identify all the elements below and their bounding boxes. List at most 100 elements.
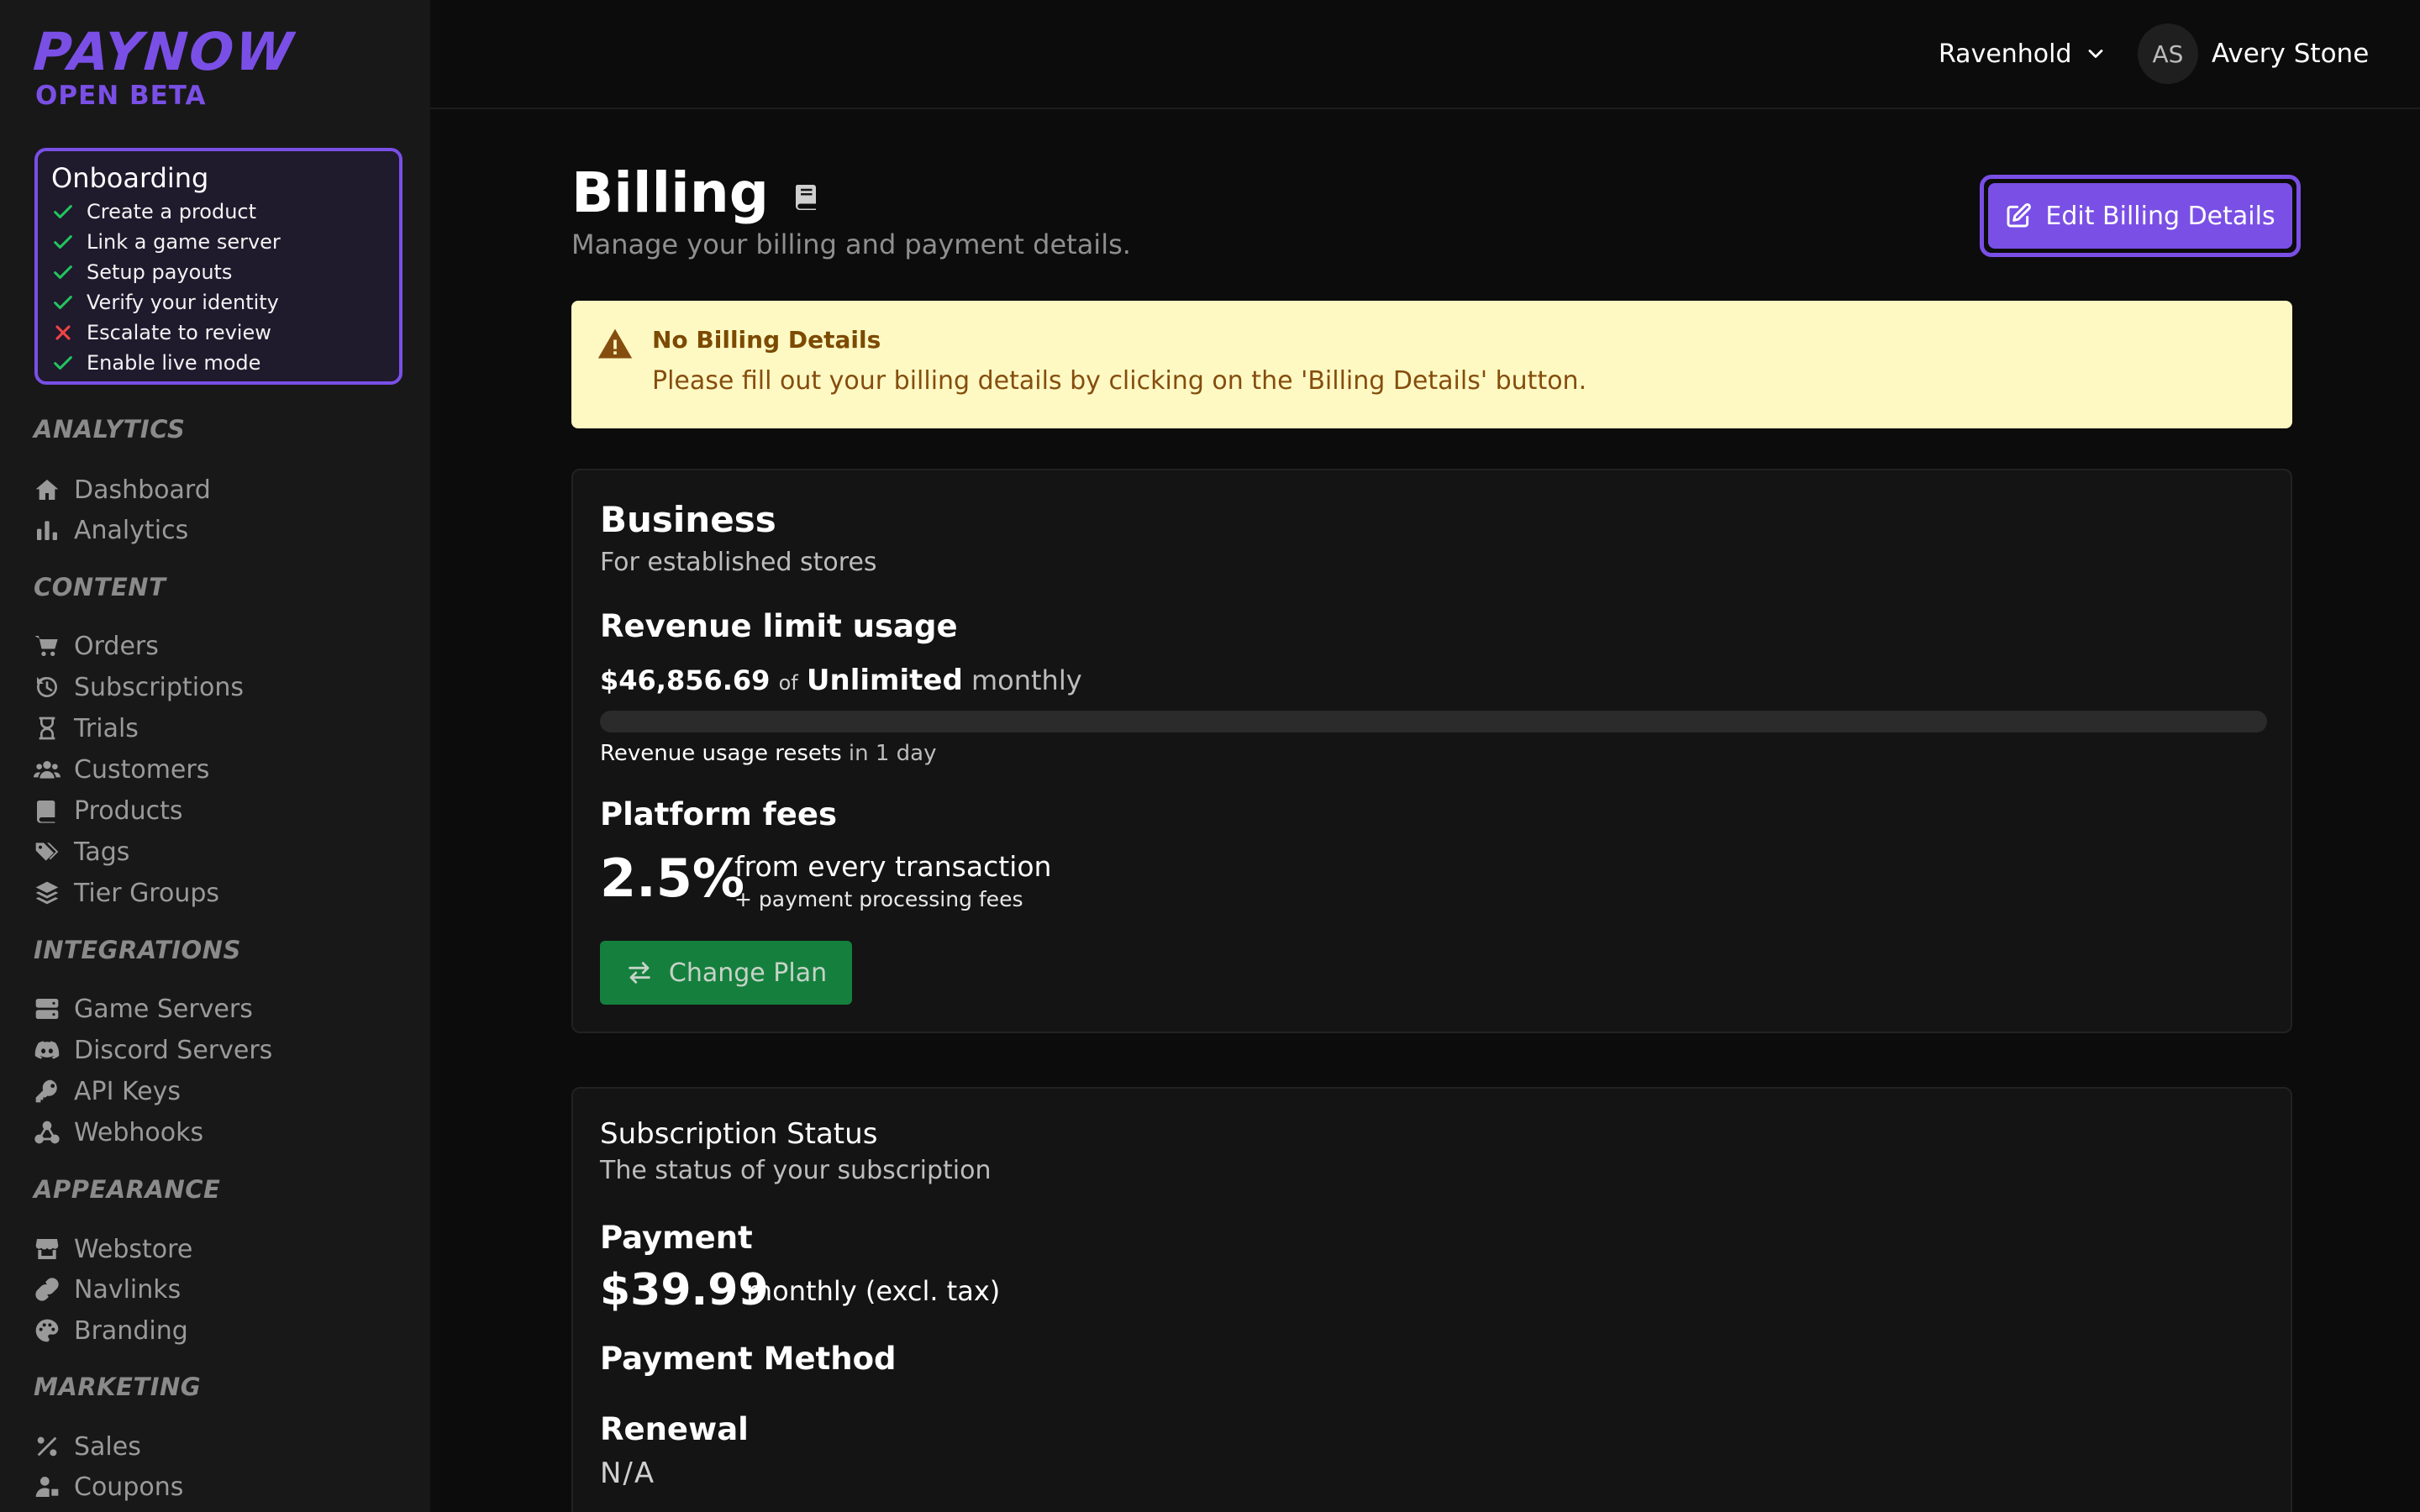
onboarding-item-label: Enable live mode (87, 351, 261, 375)
book-icon (37, 801, 55, 823)
store-selector-label: Ravenhold (1939, 39, 2072, 69)
nav-section-appearance: APPEARANCE (34, 1175, 221, 1204)
no-billing-alert: No Billing Details Please fill out your … (571, 301, 2292, 428)
chevron-down-icon (2088, 50, 2102, 58)
percent-icon (37, 1436, 57, 1457)
sidebar-item-label: Coupons (74, 1472, 184, 1502)
sidebar-item-label: Analytics (74, 515, 189, 545)
store-selector[interactable]: Ravenhold (1939, 34, 2107, 74)
sidebar-item-webstore[interactable]: Webstore (34, 1231, 192, 1268)
discord-icon (34, 1041, 60, 1059)
sidebar-item-api-keys[interactable]: API Keys (34, 1073, 181, 1110)
sidebar-item-label: Sales (74, 1431, 141, 1462)
fee-percent: 2.5% (600, 848, 744, 909)
revenue-of: of (778, 671, 798, 695)
sidebar-item-label: Tier Groups (74, 878, 220, 908)
sidebar-item-label: Navlinks (74, 1274, 182, 1305)
edit-billing-details-button[interactable]: Edit Billing Details (1980, 175, 2301, 257)
link-icon (35, 1278, 59, 1301)
nav-section-marketing: MARKETING (34, 1373, 202, 1401)
payment-amount: $39.99 (600, 1265, 769, 1315)
avatar[interactable]: AS (2138, 24, 2198, 84)
platform-fees-heading: Platform fees (600, 796, 837, 832)
alert-text: Please fill out your billing details by … (652, 366, 1587, 396)
onboarding-item-label: Escalate to review (87, 321, 271, 344)
top-bar: Ravenhold AS Avery Stone (430, 0, 2420, 109)
onboarding-panel[interactable]: Onboarding Create a product Link a game … (34, 148, 402, 385)
brand-logo[interactable]: PAYNOW OPEN BETA (31, 21, 297, 111)
revenue-used: $46,856.69 (600, 664, 771, 696)
sidebar-item-label: Branding (74, 1315, 188, 1346)
payment-description: monthly (excl. tax) (746, 1275, 1001, 1307)
cart-icon (34, 636, 58, 656)
sidebar-item-label: Trials (74, 713, 139, 743)
sidebar-item-game-servers[interactable]: Game Servers (34, 990, 253, 1027)
server-icon (35, 999, 59, 1019)
payment-method-heading: Payment Method (600, 1341, 897, 1377)
sidebar-item-webhooks[interactable]: Webhooks (34, 1114, 203, 1151)
sidebar-item-label: Products (74, 795, 183, 826)
check-icon (54, 356, 72, 370)
sidebar-item-label: API Keys (74, 1076, 182, 1106)
sidebar-item-label: Orders (74, 631, 159, 661)
book-icon[interactable] (791, 182, 821, 213)
sidebar-item-customers[interactable]: Customers (34, 751, 209, 788)
webhook-icon (34, 1121, 60, 1144)
history-icon (36, 676, 57, 697)
plan-description: For established stores (600, 548, 877, 577)
sidebar-item-subscriptions[interactable]: Subscriptions (34, 669, 244, 706)
onboarding-item-label: Create a product (87, 200, 257, 223)
x-icon (55, 325, 71, 340)
sidebar-item-discord-servers[interactable]: Discord Servers (34, 1032, 272, 1068)
sidebar-item-label: Dashboard (74, 475, 211, 505)
sidebar-item-label: Game Servers (74, 994, 253, 1024)
palette-icon (35, 1319, 59, 1342)
sidebar-item-coupons[interactable]: Coupons (34, 1468, 183, 1505)
alert-title: No Billing Details (652, 326, 881, 354)
revenue-usage: $46,856.69 of Unlimited monthly (600, 664, 1082, 697)
subscription-card: Subscription Status The status of your s… (571, 1087, 2292, 1512)
onboarding-item-label: Verify your identity (87, 291, 279, 314)
sidebar-item-sales[interactable]: Sales (34, 1428, 141, 1465)
sidebar-item-label: Tags (74, 837, 130, 867)
edit-icon (2007, 203, 2032, 228)
user-name[interactable]: Avery Stone (2212, 35, 2369, 72)
revenue-heading: Revenue limit usage (600, 608, 958, 644)
sidebar-item-branding[interactable]: Branding (34, 1312, 188, 1349)
plan-card: Business For established stores Revenue … (571, 469, 2292, 1033)
sidebar-item-orders[interactable]: Orders (34, 627, 159, 664)
brand-tag: OPEN BETA (35, 81, 207, 111)
onboarding-item: Verify your identity (51, 287, 386, 318)
nav-section-integrations: INTEGRATIONS (34, 936, 241, 964)
sidebar: PAYNOW OPEN BETA Onboarding Create a pro… (0, 0, 430, 1512)
sidebar-item-label: Subscriptions (74, 672, 245, 702)
page-title: Billing (571, 160, 821, 227)
sidebar-item-tags[interactable]: Tags (34, 833, 129, 870)
onboarding-item: Setup payouts (51, 257, 386, 287)
sidebar-item-navlinks[interactable]: Navlinks (34, 1271, 181, 1308)
sidebar-item-products[interactable]: Products (34, 792, 183, 829)
sidebar-item-analytics[interactable]: Analytics (34, 512, 188, 549)
renewal-value: N/A (600, 1457, 656, 1490)
change-plan-label: Change Plan (668, 958, 828, 988)
check-icon (54, 296, 72, 309)
tags-icon (35, 843, 59, 861)
edit-billing-details-button-inner: Edit Billing Details (1988, 183, 2292, 249)
user-tag-icon (35, 1477, 59, 1497)
sidebar-item-label: Customers (74, 754, 210, 785)
onboarding-item: Enable live mode (51, 348, 386, 378)
check-icon (54, 235, 72, 249)
check-icon (54, 205, 72, 218)
brand-name: PAYNOW (31, 21, 297, 82)
revenue-period: monthly (971, 664, 1082, 696)
sidebar-item-tier-groups[interactable]: Tier Groups (34, 874, 219, 911)
change-plan-button[interactable]: Change Plan (600, 941, 852, 1005)
sidebar-item-dashboard[interactable]: Dashboard (34, 471, 211, 508)
sidebar-item-trials[interactable]: Trials (34, 710, 139, 747)
fee-extra: + payment processing fees (734, 887, 1023, 911)
fee-description: from every transaction (734, 850, 1052, 883)
warning-icon (597, 328, 633, 359)
revenue-reset: Revenue usage resets in 1 day (600, 741, 937, 766)
onboarding-item-label: Link a game server (87, 230, 281, 254)
store-icon (35, 1239, 59, 1259)
